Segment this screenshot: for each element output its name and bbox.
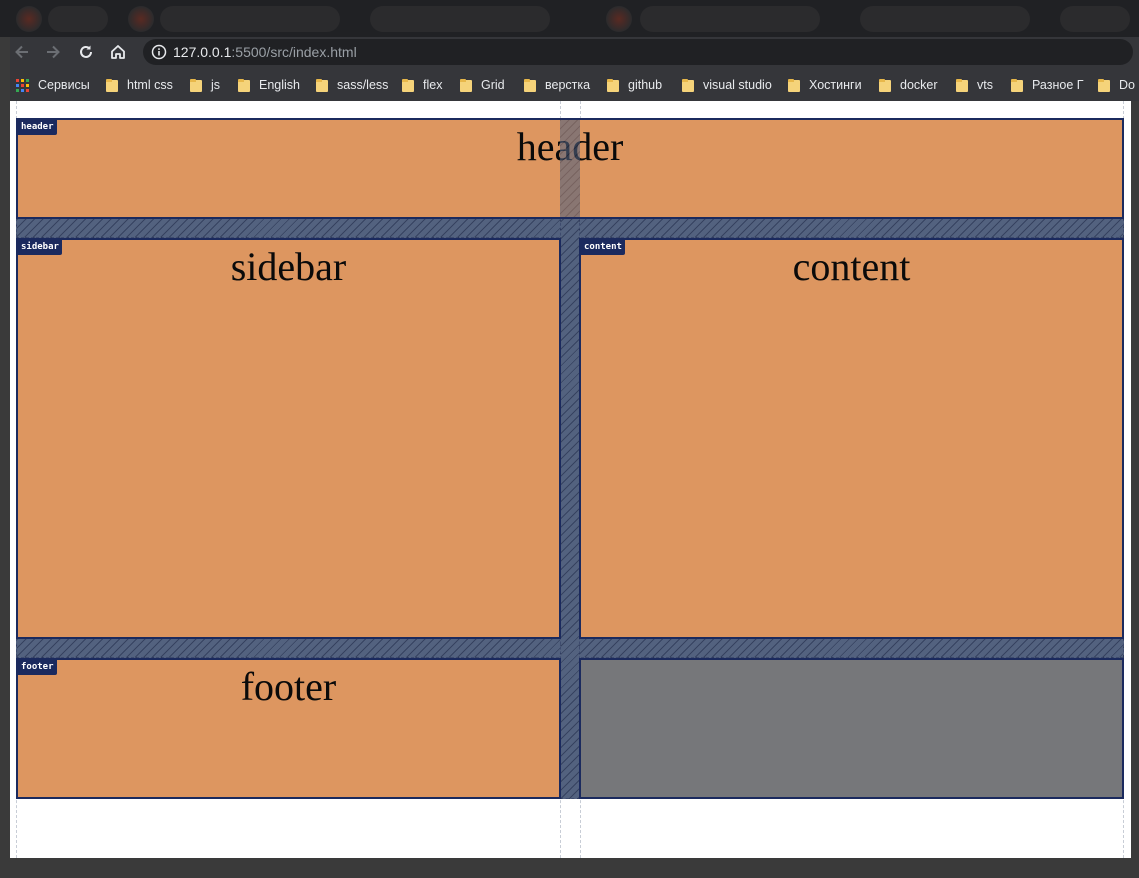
arrow-right-icon: [47, 45, 60, 59]
bookmark-label: github: [628, 78, 663, 92]
bookmarks-bar: Сервисы html css js English sass/less fl…: [10, 67, 1139, 101]
column-gap: [560, 118, 580, 799]
bookmark-label: Хостинги: [809, 78, 862, 92]
sidebar-area: sidebar sidebar: [16, 238, 561, 639]
content-area: content content: [579, 238, 1124, 639]
tab-blur: [606, 6, 632, 32]
address-bar[interactable]: 127.0.0.1:5500/src/index.html: [143, 39, 1133, 65]
tab-blur: [1060, 6, 1130, 32]
folder-icon: [788, 78, 800, 92]
folder-icon: [607, 78, 619, 92]
bookmark-services[interactable]: Сервисы: [16, 76, 90, 94]
sidebar-title: sidebar: [230, 244, 347, 289]
browser-toolbar: 127.0.0.1:5500/src/index.html: [10, 37, 1139, 67]
bookmark-folder[interactable]: github: [607, 76, 662, 94]
tab-blur: [128, 6, 154, 32]
bookmark-label: docker: [900, 78, 938, 92]
content-title: content: [792, 244, 911, 289]
bookmark-folder[interactable]: js: [190, 76, 220, 94]
bookmark-folder[interactable]: Grid: [460, 76, 505, 94]
bookmark-label: visual studio: [703, 78, 772, 92]
footer-badge: footer: [18, 660, 57, 675]
bookmark-label: Grid: [481, 78, 505, 92]
tab-blur: [16, 6, 42, 32]
folder-icon: [682, 78, 694, 92]
reload-icon: [80, 45, 92, 58]
folder-icon: [1098, 78, 1110, 92]
url-path: :5500/src/index.html: [231, 44, 357, 60]
tab-blur: [48, 6, 108, 32]
bookmark-folder[interactable]: html css: [106, 76, 173, 94]
folder-icon: [402, 78, 414, 92]
home-icon: [111, 45, 125, 59]
tab-blur: [160, 6, 340, 32]
arrow-left-icon: [15, 45, 28, 59]
bookmark-folder[interactable]: docker: [879, 76, 938, 94]
sidebar-badge: sidebar: [18, 240, 62, 255]
footer-title: footer: [240, 664, 337, 709]
bookmark-folder[interactable]: Разное Г: [1011, 76, 1084, 94]
bookmark-folder[interactable]: верстка: [524, 76, 590, 94]
apps-grid-icon: [16, 78, 29, 92]
bookmark-folder[interactable]: sass/less: [316, 76, 388, 94]
forward-button[interactable]: [41, 40, 65, 64]
bookmark-label: верстка: [545, 78, 591, 92]
back-button[interactable]: [10, 40, 34, 64]
tab-blur: [370, 6, 550, 32]
bookmark-folder[interactable]: English: [238, 76, 300, 94]
folder-icon: [238, 78, 250, 92]
bookmark-label: Разное Г: [1032, 78, 1084, 92]
bookmark-label: flex: [423, 78, 443, 92]
content-badge: content: [581, 240, 625, 255]
reload-button[interactable]: [74, 40, 98, 64]
folder-icon: [879, 78, 891, 92]
bookmark-label: Сервисы: [38, 78, 90, 92]
footer-area: footer footer: [16, 658, 561, 799]
bookmark-label: html css: [127, 78, 173, 92]
url-host: 127.0.0.1: [173, 44, 232, 60]
bookmark-folder[interactable]: flex: [402, 76, 442, 94]
bookmark-label: js: [211, 78, 221, 92]
header-badge: header: [18, 120, 57, 135]
folder-icon: [190, 78, 202, 92]
bookmark-label: sass/less: [337, 78, 389, 92]
folder-icon: [316, 78, 328, 92]
page-viewport: header header sidebar sidebar content co…: [10, 101, 1131, 858]
bookmark-folder[interactable]: Do: [1098, 76, 1135, 94]
bookmark-label: vts: [977, 78, 993, 92]
home-button[interactable]: [106, 40, 130, 64]
bookmark-folder[interactable]: vts: [956, 76, 993, 94]
folder-icon: [460, 78, 472, 92]
folder-icon: [106, 78, 118, 92]
folder-icon: [524, 78, 536, 92]
bookmark-label: Do: [1119, 78, 1135, 92]
tab-blur: [640, 6, 820, 32]
url-text: 127.0.0.1:5500/src/index.html: [173, 44, 357, 60]
folder-icon: [1011, 78, 1023, 92]
bookmark-label: English: [259, 78, 300, 92]
bookmark-folder[interactable]: visual studio: [682, 76, 772, 94]
tab-blur: [860, 6, 1030, 32]
bookmark-folder[interactable]: Хостинги: [788, 76, 862, 94]
tab-strip: [0, 0, 1139, 37]
column-gap-overlay: [560, 120, 580, 217]
folder-icon: [956, 78, 968, 92]
empty-grid-cell: [579, 658, 1124, 799]
info-icon[interactable]: [151, 44, 167, 60]
